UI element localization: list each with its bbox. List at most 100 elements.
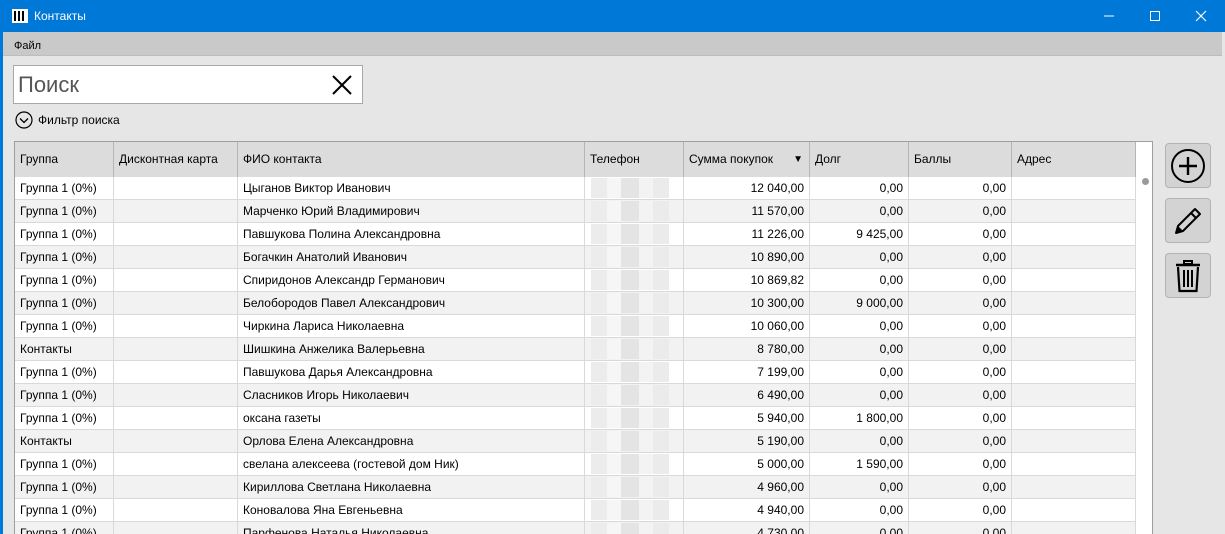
search-box: [13, 65, 363, 104]
cell-discount-card: [114, 453, 238, 475]
table-row[interactable]: Группа 1 (0%) Павшукова Полина Александро…: [15, 223, 1136, 246]
cell-contact-name: оксана газеты: [238, 407, 585, 429]
table-row[interactable]: Группа 1 (0%) Богачкин Анатолий Иванович 1…: [15, 246, 1136, 269]
cell-group: Группа 1 (0%): [15, 177, 114, 199]
edit-button[interactable]: [1165, 198, 1211, 243]
cell-points: 0,00: [909, 269, 1012, 291]
cell-purchase-sum: 10 890,00: [684, 246, 810, 268]
cell-phone: [585, 223, 684, 245]
phone-redacted: [591, 178, 669, 198]
cell-points: 0,00: [909, 223, 1012, 245]
table-row[interactable]: Группа 1 (0%) Кириллова Светлана Николаев…: [15, 476, 1136, 499]
cell-phone: [585, 430, 684, 452]
phone-redacted: [591, 362, 669, 382]
table-row[interactable]: Группа 1 (0%) Чиркина Лариса Николаевна 10…: [15, 315, 1136, 338]
column-header-purchase-sum[interactable]: Сумма покупок ▼: [684, 142, 810, 177]
column-header-discount-card[interactable]: Дисконтная карта: [114, 142, 238, 177]
search-input[interactable]: [18, 70, 318, 99]
search-filter-toggle[interactable]: Фильтр поиска: [15, 111, 120, 129]
cell-debt: 0,00: [810, 361, 909, 383]
app-icon: [12, 9, 28, 23]
menu-file[interactable]: Файл: [14, 40, 41, 52]
column-header-purchase-sum-label: Сумма покупок: [689, 152, 774, 166]
table-row[interactable]: Контакты Орлова Елена Александровна 5 190,…: [15, 430, 1136, 453]
cell-discount-card: [114, 407, 238, 429]
column-header-phone[interactable]: Телефон: [585, 142, 684, 177]
cell-contact-name: Кириллова Светлана Николаевна: [238, 476, 585, 498]
cell-address: [1012, 476, 1136, 498]
cell-address: [1012, 200, 1136, 222]
table-row[interactable]: Группа 1 (0%) свелана алексеева (гостевой…: [15, 453, 1136, 476]
table-row[interactable]: Группа 1 (0%) Марченко Юрий Владимирович 1…: [15, 200, 1136, 223]
cell-points: 0,00: [909, 499, 1012, 521]
cell-debt: 0,00: [810, 269, 909, 291]
cell-phone: [585, 407, 684, 429]
phone-redacted: [591, 293, 669, 313]
cell-points: 0,00: [909, 361, 1012, 383]
cell-discount-card: [114, 269, 238, 291]
cell-discount-card: [114, 361, 238, 383]
cell-address: [1012, 430, 1136, 452]
minimize-button[interactable]: [1086, 0, 1132, 32]
pencil-icon: [1175, 207, 1201, 234]
cell-phone: [585, 476, 684, 498]
cell-contact-name: Павшукова Полина Александровна: [238, 223, 585, 245]
phone-redacted: [591, 431, 669, 451]
cell-debt: 0,00: [810, 522, 909, 534]
cell-contact-name: Марченко Юрий Владимирович: [238, 200, 585, 222]
cell-discount-card: [114, 499, 238, 521]
main-content: Фильтр поиска Группа Дисконтная карта ФИ…: [3, 56, 1222, 534]
cell-address: [1012, 361, 1136, 383]
cell-group: Группа 1 (0%): [15, 453, 114, 475]
phone-redacted: [591, 224, 669, 244]
cell-contact-name: Чиркина Лариса Николаевна: [238, 315, 585, 337]
column-header-debt[interactable]: Долг: [810, 142, 909, 177]
cell-debt: 0,00: [810, 177, 909, 199]
column-header-group[interactable]: Группа: [15, 142, 114, 177]
cell-points: 0,00: [909, 338, 1012, 360]
contacts-table: Группа Дисконтная карта ФИО контакта Тел…: [14, 141, 1153, 534]
cell-group: Группа 1 (0%): [15, 407, 114, 429]
phone-redacted: [591, 454, 669, 474]
cell-group: Группа 1 (0%): [15, 476, 114, 498]
table-row[interactable]: Группа 1 (0%) оксана газеты 5 940,00 1 800,…: [15, 407, 1136, 430]
cell-group: Группа 1 (0%): [15, 315, 114, 337]
cell-discount-card: [114, 246, 238, 268]
cell-group: Контакты: [15, 430, 114, 452]
cell-points: 0,00: [909, 292, 1012, 314]
table-row[interactable]: Группа 1 (0%) Парфенова Наталья Николаевн…: [15, 522, 1136, 534]
cell-discount-card: [114, 223, 238, 245]
cell-phone: [585, 246, 684, 268]
cell-discount-card: [114, 384, 238, 406]
cell-group: Группа 1 (0%): [15, 361, 114, 383]
table-row[interactable]: Контакты Шишкина Анжелика Валерьевна 8 780…: [15, 338, 1136, 361]
cell-contact-name: Парфенова Наталья Николаевна: [238, 522, 585, 534]
cell-points: 0,00: [909, 200, 1012, 222]
maximize-button[interactable]: [1132, 0, 1178, 32]
cell-contact-name: Цыганов Виктор Иванович: [238, 177, 585, 199]
phone-redacted: [591, 477, 669, 497]
cell-phone: [585, 177, 684, 199]
table-row[interactable]: Группа 1 (0%) Коновалова Яна Евгеньевна 4 …: [15, 499, 1136, 522]
table-row[interactable]: Группа 1 (0%) Сласников Игорь Николаевич 6…: [15, 384, 1136, 407]
column-header-points[interactable]: Баллы: [909, 142, 1012, 177]
table-row[interactable]: Группа 1 (0%) Белобородов Павел Александр…: [15, 292, 1136, 315]
clear-search-icon[interactable]: [332, 75, 352, 95]
sort-down-icon: ▼: [793, 154, 803, 165]
cell-points: 0,00: [909, 177, 1012, 199]
cell-debt: 0,00: [810, 384, 909, 406]
scroll-thumb[interactable]: [1142, 178, 1149, 185]
cell-purchase-sum: 4 940,00: [684, 499, 810, 521]
column-header-contact-name[interactable]: ФИО контакта: [238, 142, 585, 177]
cell-points: 0,00: [909, 430, 1012, 452]
add-button[interactable]: [1165, 143, 1211, 188]
vertical-scrollbar[interactable]: [1136, 142, 1152, 534]
close-window-button[interactable]: [1178, 0, 1224, 32]
cell-phone: [585, 200, 684, 222]
table-row[interactable]: Группа 1 (0%) Цыганов Виктор Иванович 12 0…: [15, 177, 1136, 200]
cell-group: Группа 1 (0%): [15, 499, 114, 521]
column-header-address[interactable]: Адрес: [1012, 142, 1136, 177]
table-row[interactable]: Группа 1 (0%) Павшукова Дарья Александров…: [15, 361, 1136, 384]
table-row[interactable]: Группа 1 (0%) Спиридонов Александр Герман…: [15, 269, 1136, 292]
delete-button[interactable]: [1165, 253, 1211, 298]
